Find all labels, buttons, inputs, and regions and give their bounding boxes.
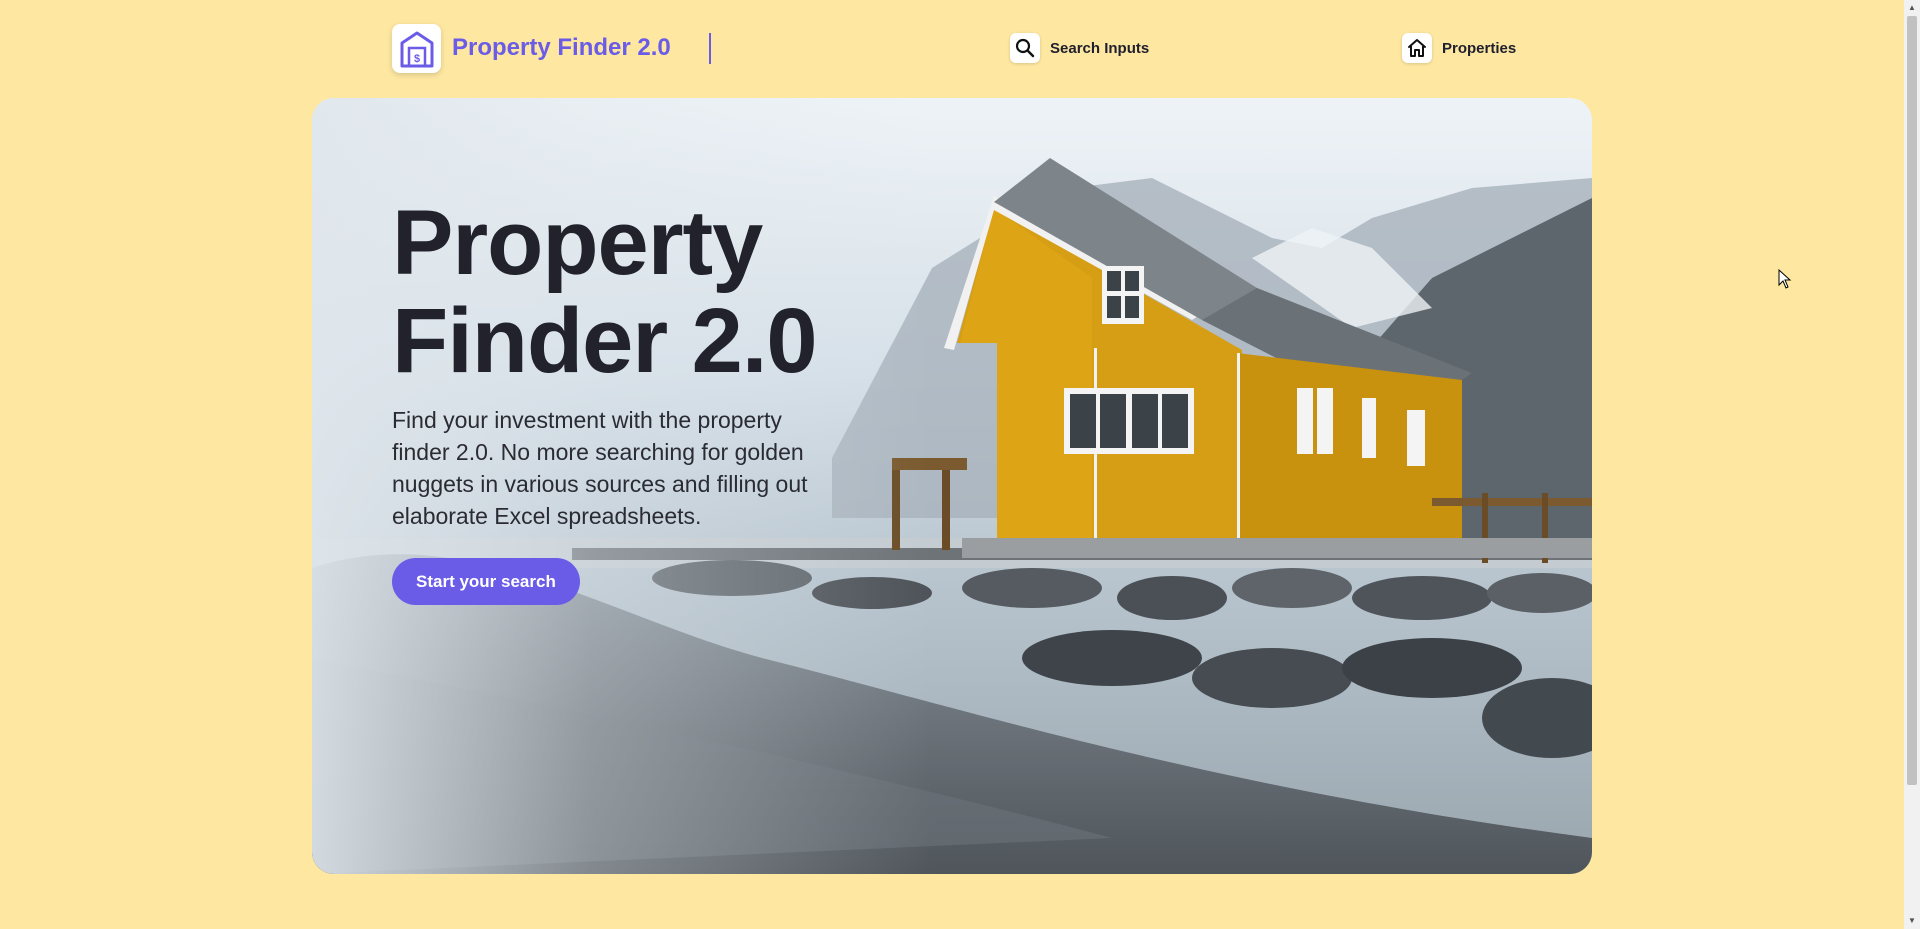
mouse-cursor-icon	[1778, 269, 1792, 289]
hero-description: Find your investment with the property f…	[392, 407, 808, 529]
nav-properties-label: Properties	[1442, 39, 1517, 57]
scrollbar-thumb[interactable]	[1907, 16, 1917, 785]
brand-divider	[709, 33, 711, 64]
search-icon	[1010, 33, 1040, 63]
nav-properties[interactable]: Properties	[1402, 33, 1516, 63]
nav-search-inputs[interactable]: Search Inputs	[1010, 33, 1149, 63]
scroll-down-arrow-icon[interactable]: ▼	[1907, 916, 1917, 926]
svg-text:$: $	[413, 53, 419, 65]
logo[interactable]: $	[392, 24, 441, 73]
hero-section: Property Finder 2.0 Find your investment…	[312, 98, 1592, 874]
hero-title-line2: Finder 2.0	[392, 290, 818, 392]
hero-title: Property Finder 2.0	[392, 192, 818, 392]
vertical-scrollbar[interactable]: ▲ ▼	[1904, 0, 1920, 929]
home-icon	[1402, 33, 1432, 63]
scroll-up-arrow-icon[interactable]: ▲	[1907, 3, 1917, 13]
top-navigation: $ Property Finder 2.0 Search Inputs Prop…	[0, 0, 1904, 96]
brand-name[interactable]: Property Finder 2.0	[452, 34, 671, 62]
hero-title-line1: Property	[392, 192, 763, 294]
nav-search-inputs-label: Search Inputs	[1050, 39, 1150, 57]
house-dollar-logo-icon: $	[400, 31, 433, 67]
start-search-button[interactable]: Start your search	[392, 558, 580, 605]
